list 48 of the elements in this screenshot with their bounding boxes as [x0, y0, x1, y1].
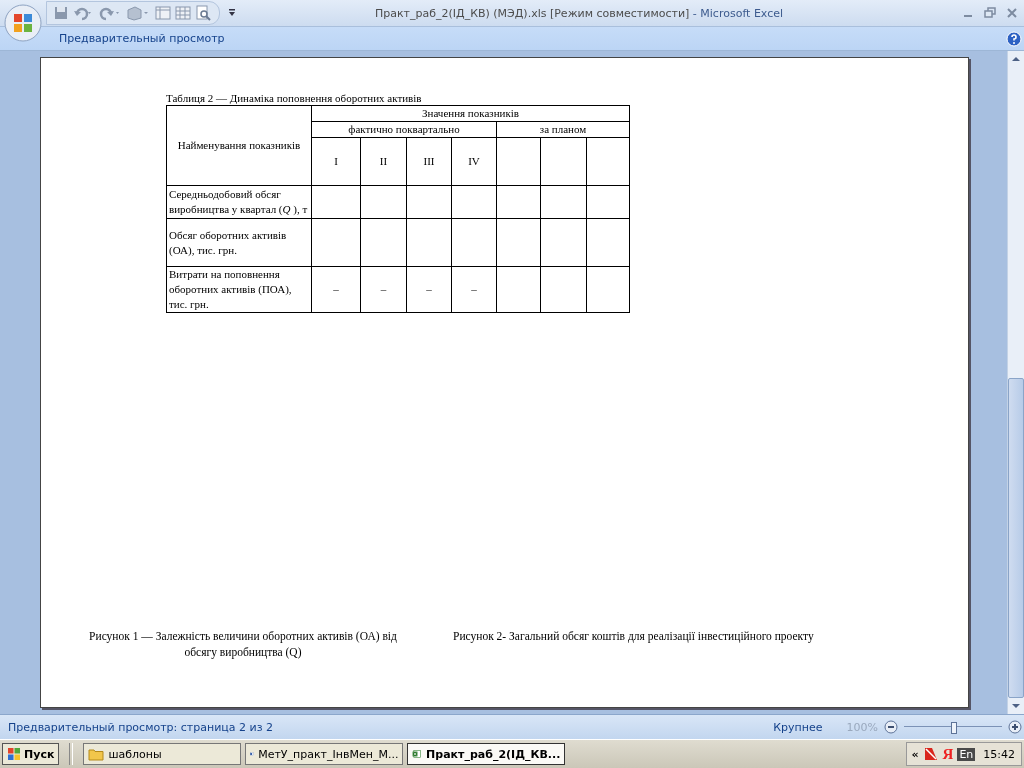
zoom-slider[interactable]	[904, 720, 1002, 734]
print-preview-icon[interactable]	[195, 5, 211, 21]
header-cell: фактично поквартально	[348, 123, 460, 135]
header-cell: Значення показників	[422, 107, 520, 119]
save-icon[interactable]	[53, 5, 69, 21]
table-cell: –	[333, 283, 339, 295]
figure-caption: Рисунок 2- Загальний обсяг коштів для реалізації інвестиційного проекту	[453, 629, 814, 645]
table-cell: –	[471, 283, 477, 295]
table-cell: Обсяг оборотних активів (ОА), тис. грн.	[169, 228, 287, 256]
table-cell: –	[426, 283, 432, 295]
taskbar-button[interactable]: МетУ_практ_ІнвМен_М...	[245, 743, 404, 765]
clock: 15:42	[983, 747, 1015, 761]
taskbar-button[interactable]: Практ_раб_2(ІД_КВ...	[407, 743, 566, 765]
redo-icon[interactable]	[99, 5, 121, 21]
header-cell: II	[379, 155, 388, 167]
scroll-thumb[interactable]	[1008, 378, 1024, 698]
restore-icon[interactable]	[984, 7, 996, 19]
table-cell: –	[380, 283, 387, 295]
start-button[interactable]: Пуск	[2, 743, 60, 765]
antivirus-icon[interactable]	[922, 746, 939, 762]
taskbar-button[interactable]: шаблоны	[83, 743, 242, 765]
header-cell: Найменування показників	[177, 139, 301, 151]
zoom-slider-thumb[interactable]	[951, 722, 957, 734]
figure-caption: Рисунок 1 — Залежність величини оборотних активів (ОА) від обсягу виробництва (Q)	[88, 629, 398, 660]
table-icon[interactable]	[155, 5, 171, 21]
header-cell: за планом	[539, 123, 587, 135]
language-indicator[interactable]: En	[957, 747, 976, 761]
zoom-in-label[interactable]: Крупнее	[773, 720, 823, 734]
window-title: Практ_раб_2(ІД_КВ) (МЭД).xls [Режим совместимости] - Microsoft Excel	[374, 6, 784, 20]
table-caption: Таблиця 2 — Динаміка поповнення оборотних активів	[166, 91, 423, 105]
header-cell: III	[423, 155, 435, 167]
help-icon[interactable]	[1006, 30, 1022, 47]
shapes-icon[interactable]	[125, 5, 151, 21]
close-icon[interactable]	[1006, 7, 1018, 19]
folder-icon	[88, 747, 105, 761]
vertical-scrollbar[interactable]	[1007, 51, 1024, 714]
windows-logo-icon	[7, 747, 21, 761]
header-cell: I	[334, 155, 338, 167]
status-text: Предварительный просмотр: страница 2 из 2	[8, 720, 273, 734]
tray-expand[interactable]: «	[911, 747, 919, 761]
zoom-out-icon[interactable]	[884, 720, 898, 734]
customize-toolbar-icon[interactable]	[228, 8, 236, 18]
header-cell: IV	[468, 155, 480, 167]
table-cell: Витрати на поповнення оборотних активів (ПОА), тис. грн.	[169, 268, 292, 310]
zoom-in-icon[interactable]	[1008, 720, 1022, 734]
ribbon-tab[interactable]: Предварительный просмотр	[59, 32, 225, 45]
grid-icon[interactable]	[175, 5, 191, 21]
table-cell: Середньодобовий обсяг виробництва у квартал (Q ), т	[169, 188, 308, 215]
